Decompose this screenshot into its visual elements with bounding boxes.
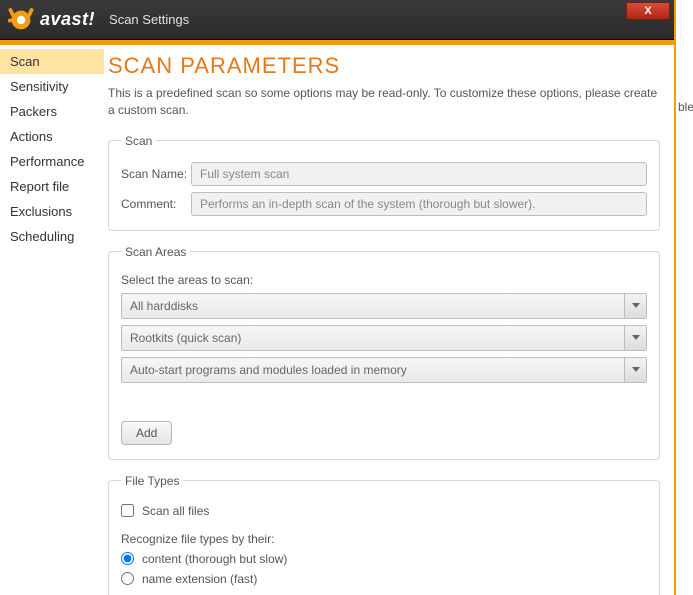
window-title: Scan Settings [109, 12, 189, 27]
radio-content[interactable] [121, 552, 134, 565]
scan-area-combo-2[interactable]: Auto-start programs and modules loaded i… [121, 357, 647, 383]
sidebar: ScanSensitivityPackersActionsPerformance… [0, 45, 104, 595]
scan-name-label: Scan Name: [121, 167, 191, 181]
sidebar-item-scheduling[interactable]: Scheduling [0, 224, 104, 249]
app-logo: avast! [6, 5, 95, 35]
file-types-fieldset: File Types Scan all files Recognize file… [108, 474, 660, 595]
scan-area-combo-1[interactable]: Rootkits (quick scan) [121, 325, 647, 351]
scan-fieldset: Scan Scan Name: Comment: [108, 134, 660, 231]
close-button[interactable]: X [626, 2, 670, 20]
avast-logo-icon [6, 5, 36, 35]
scan-all-files-checkbox[interactable] [121, 504, 134, 517]
dropdown-button[interactable] [624, 294, 646, 318]
radio-name-extension[interactable] [121, 572, 134, 585]
scan-name-input[interactable] [191, 162, 647, 186]
scan-area-combo-text: Auto-start programs and modules loaded i… [122, 363, 624, 377]
sidebar-item-performance[interactable]: Performance [0, 149, 104, 174]
scan-legend: Scan [121, 134, 156, 148]
chevron-down-icon [632, 335, 640, 340]
sidebar-item-sensitivity[interactable]: Sensitivity [0, 74, 104, 99]
recognize-label: Recognize file types by their: [121, 532, 647, 546]
scan-all-files-label[interactable]: Scan all files [142, 504, 209, 518]
add-button[interactable]: Add [121, 421, 172, 445]
scan-areas-legend: Scan Areas [121, 245, 190, 259]
titlebar: avast! Scan Settings X [0, 0, 674, 40]
radio-content-label[interactable]: content (thorough but slow) [142, 552, 287, 566]
sidebar-item-report-file[interactable]: Report file [0, 174, 104, 199]
app-logo-text: avast! [40, 9, 95, 30]
comment-label: Comment: [121, 197, 191, 211]
areas-instruction: Select the areas to scan: [121, 273, 647, 287]
close-icon: X [644, 5, 651, 17]
scan-area-combo-text: All harddisks [122, 299, 624, 313]
sidebar-item-scan[interactable]: Scan [0, 49, 104, 74]
page-subtitle: This is a predefined scan so some option… [108, 85, 660, 120]
scan-area-combo-text: Rootkits (quick scan) [122, 331, 624, 345]
settings-window: avast! Scan Settings X ScanSensitivityPa… [0, 0, 676, 595]
sidebar-item-actions[interactable]: Actions [0, 124, 104, 149]
comment-input[interactable] [191, 192, 647, 216]
background-partial-text: ble [678, 100, 693, 114]
scan-areas-fieldset: Scan Areas Select the areas to scan: All… [108, 245, 660, 460]
content-pane: SCAN PARAMETERS This is a predefined sca… [104, 45, 674, 595]
chevron-down-icon [632, 303, 640, 308]
sidebar-item-packers[interactable]: Packers [0, 99, 104, 124]
radio-name-extension-label[interactable]: name extension (fast) [142, 572, 257, 586]
file-types-legend: File Types [121, 474, 183, 488]
page-title: SCAN PARAMETERS [108, 53, 660, 79]
dropdown-button[interactable] [624, 326, 646, 350]
chevron-down-icon [632, 367, 640, 372]
dropdown-button[interactable] [624, 358, 646, 382]
scan-area-combo-0[interactable]: All harddisks [121, 293, 647, 319]
sidebar-item-exclusions[interactable]: Exclusions [0, 199, 104, 224]
